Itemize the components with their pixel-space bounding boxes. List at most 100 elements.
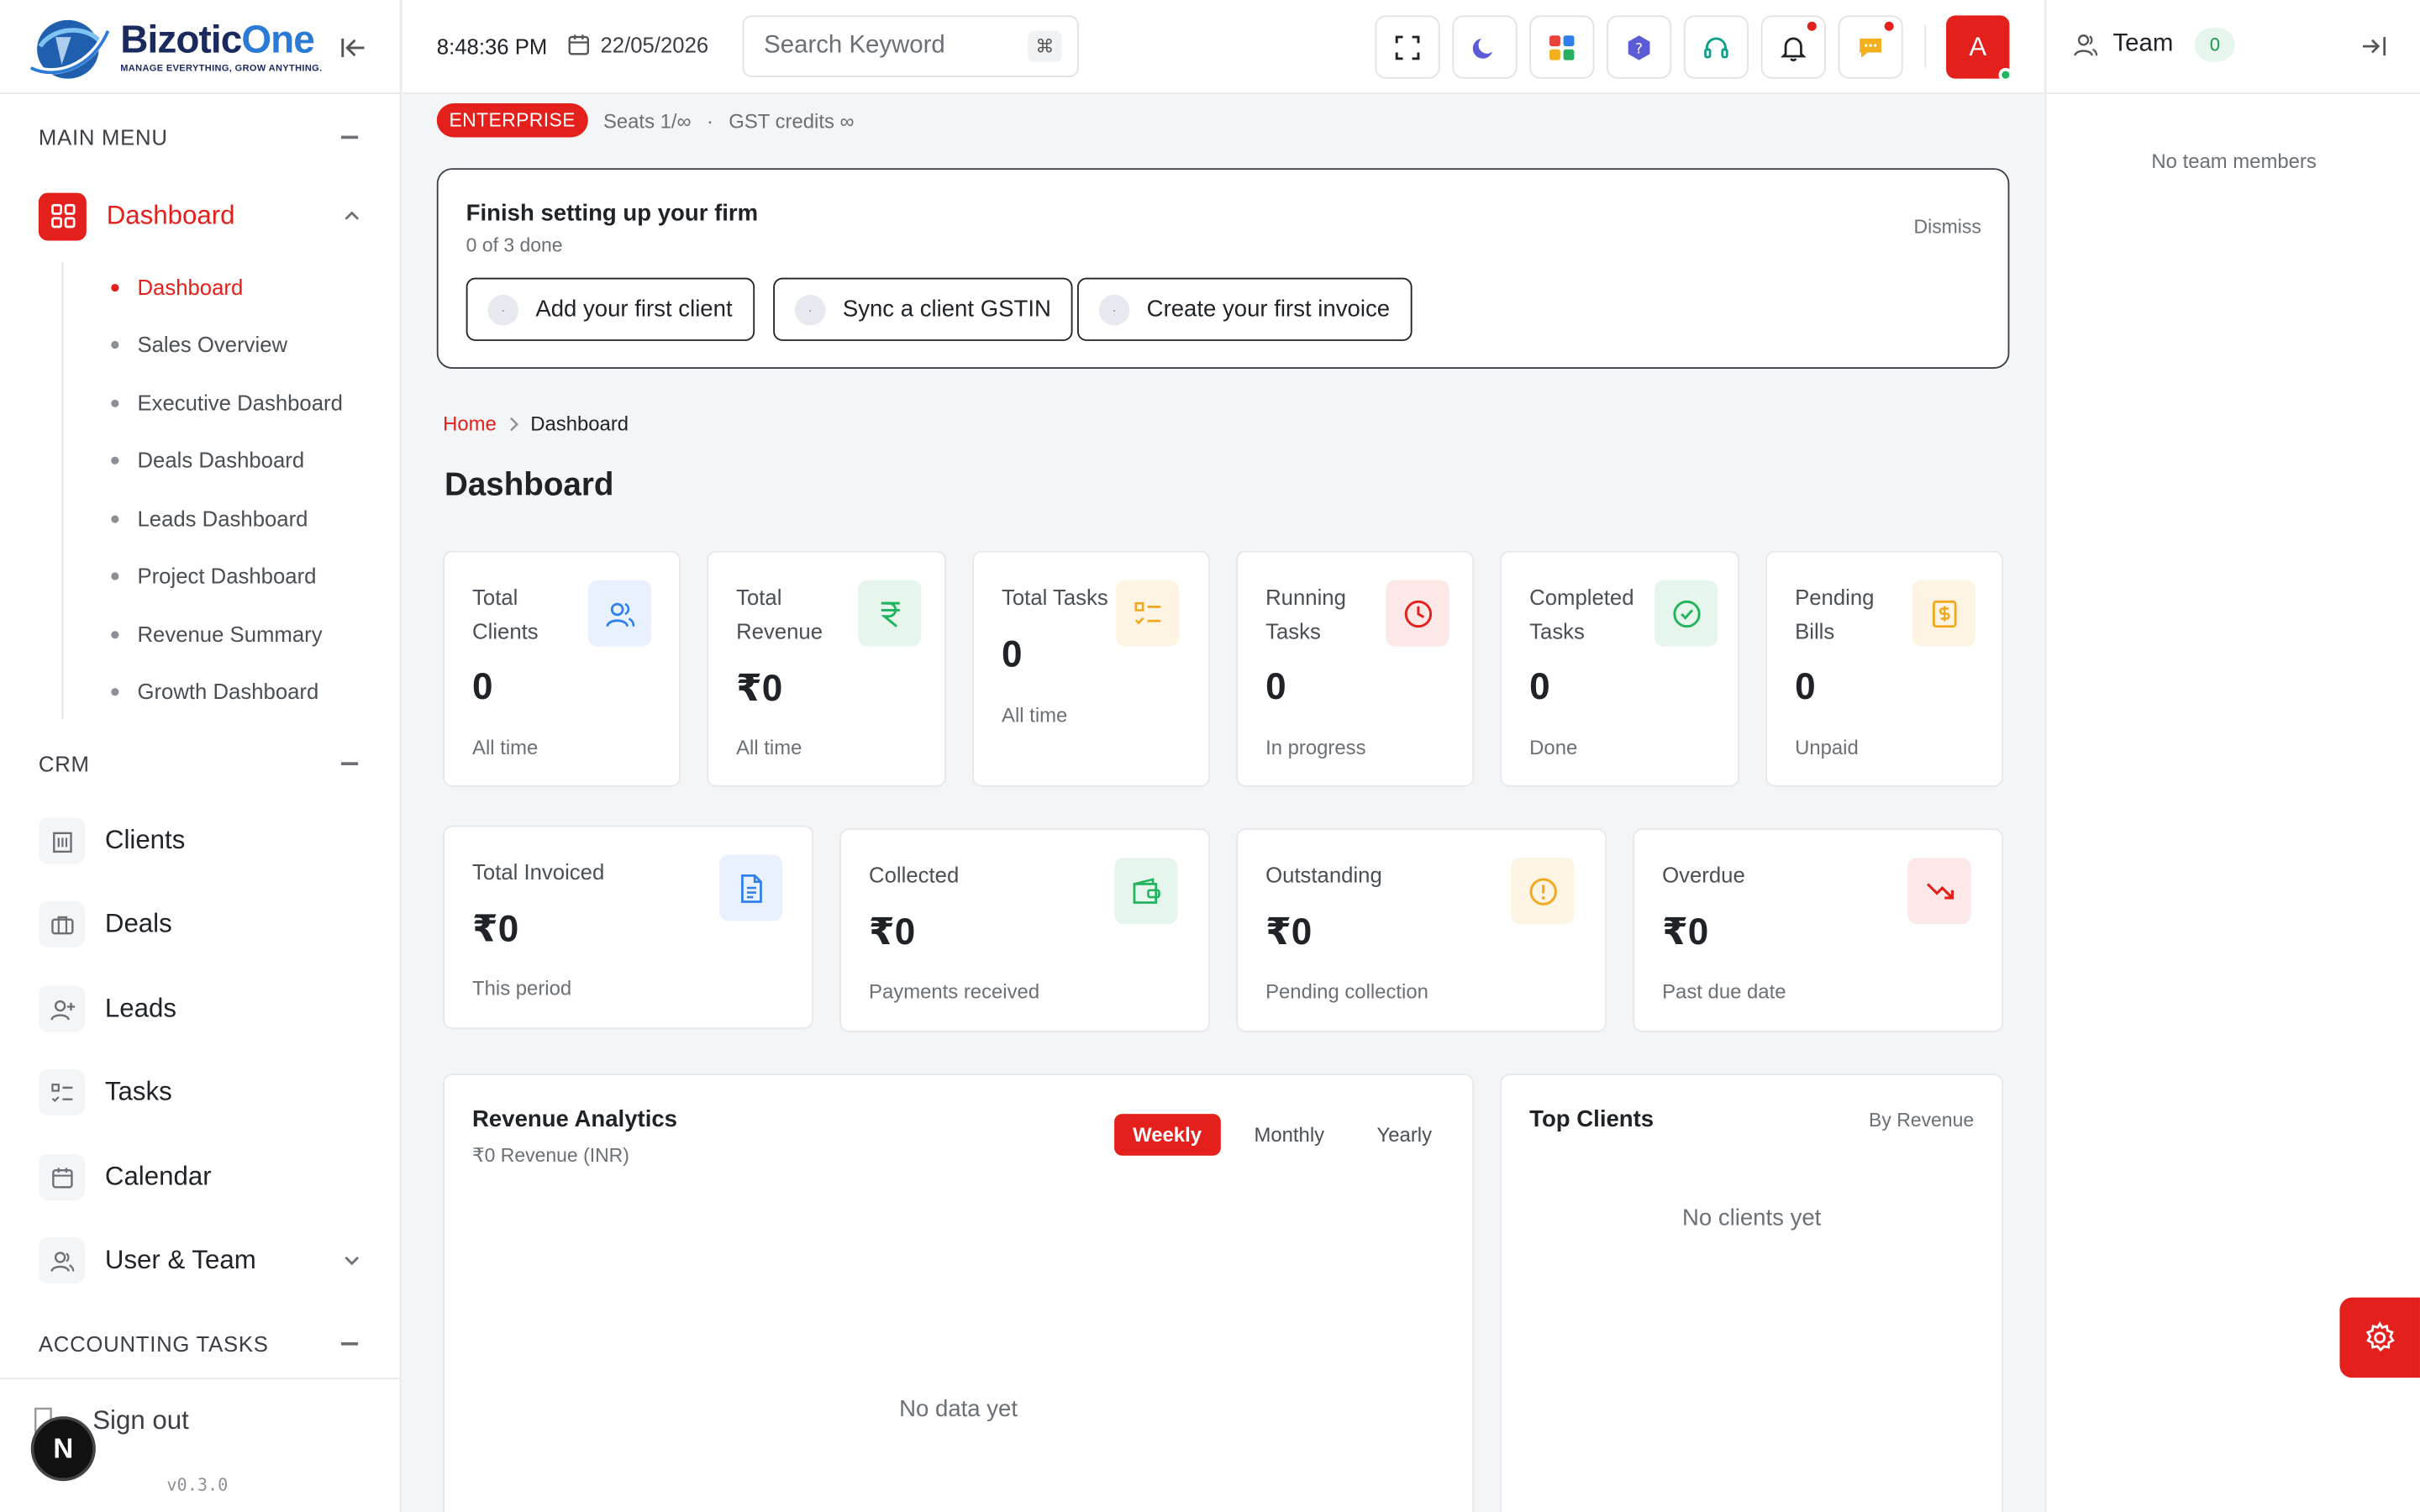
sub-item-sales-overview[interactable]: Sales Overview [111,332,287,356]
search-box[interactable]: ⌘ [742,15,1079,77]
bullet-icon [111,398,119,407]
dismiss-button[interactable]: Dismiss [1914,216,1981,238]
grid-icon [38,192,87,240]
stat-value: 0 [1265,666,1286,709]
step-status-icon: · [794,293,826,325]
stat-card-total-invoiced[interactable]: Total Invoiced ₹0 This period [443,825,813,1030]
section-crm[interactable]: CRM [39,751,363,776]
nav-user-team[interactable]: User & Team [38,1237,363,1284]
step-add-client-button[interactable]: · Add your first client [466,277,755,341]
divider [1924,24,1927,68]
dev-tools-badge[interactable]: N [30,1416,96,1482]
nav-tasks[interactable]: Tasks [38,1068,363,1116]
building-icon [38,817,86,864]
brand-logo[interactable]: BizoticOne MANAGE EVERYTHING, GROW ANYTH… [24,13,322,83]
stat-card-total-revenue[interactable]: Total Revenue ₹0 All time [707,550,946,787]
nav-label: Leads [104,993,176,1023]
minus-icon[interactable] [340,1342,359,1346]
step-create-invoice-button[interactable]: · Create your first invoice [1077,277,1412,341]
stat-card-overdue[interactable]: Overdue ₹0 Past due date [1633,828,2004,1032]
minus-icon[interactable] [340,762,359,765]
sub-item-executive-dashboard[interactable]: Executive Dashboard [111,391,343,415]
version-label: v0.3.0 [166,1474,229,1495]
sub-item-growth-dashboard[interactable]: Growth Dashboard [111,679,318,704]
section-accounting-tasks[interactable]: ACCOUNTING TASKS [39,1331,363,1356]
step-sync-gstin-button[interactable]: · Sync a client GSTIN [773,277,1073,341]
notifications-button[interactable] [1760,15,1826,79]
nav-dashboard[interactable]: Dashboard [38,192,363,241]
stat-sub: Past due date [1662,979,1786,1003]
sort-label[interactable]: By Revenue [1869,1110,1974,1131]
nav-clients[interactable]: Clients [38,817,363,864]
chevron-up-icon[interactable] [341,205,363,227]
calendar-icon [38,1153,86,1200]
online-status-dot [1998,67,2013,82]
chevron-down-icon[interactable] [341,1250,363,1272]
sub-item-leads-dashboard[interactable]: Leads Dashboard [111,506,308,531]
sub-item-deals-dashboard[interactable]: Deals Dashboard [111,448,304,472]
settings-fab[interactable] [2339,1297,2420,1378]
tab-monthly[interactable]: Monthly [1235,1114,1343,1156]
nav-deals[interactable]: Deals [38,900,363,948]
tab-weekly[interactable]: Weekly [1114,1114,1221,1156]
sub-item-label: Deals Dashboard [137,447,305,473]
sub-item-label: Project Dashboard [137,563,317,588]
document-icon [718,854,783,921]
breadcrumb-home-link[interactable]: Home [443,412,497,435]
current-date: 22/05/2026 [566,33,708,57]
setup-progress: 0 of 3 done [466,234,563,256]
stat-sub: All time [736,736,802,759]
avatar-initial: A [1969,31,1987,61]
panel-subtitle: ₹0 Revenue (INR) [472,1144,629,1167]
nav-leads[interactable]: Leads [38,985,363,1032]
brand-name-suffix: One [241,18,314,62]
bullet-icon [111,514,119,522]
search-input[interactable] [764,32,1028,60]
stat-sub: This period [472,976,572,1000]
support-button[interactable] [1683,15,1749,79]
apps-button[interactable] [1529,15,1595,79]
stat-card-total-clients[interactable]: Total Clients 0 All time [443,550,681,787]
tab-yearly[interactable]: Yearly [1358,1114,1450,1156]
stat-card-pending-bills[interactable]: Pending Bills 0 Unpaid [1765,550,2004,787]
moon-icon [1472,37,1493,58]
stat-sub: All time [472,736,539,759]
stat-value: ₹0 [472,908,519,951]
sub-item-dashboard[interactable]: Dashboard [111,275,243,299]
stat-card-collected[interactable]: Collected ₹0 Payments received [839,828,1210,1032]
messages-button[interactable] [1838,15,1903,79]
stat-card-running-tasks[interactable]: Running Tasks 0 In progress [1236,550,1475,787]
step-label: Add your first client [535,296,733,323]
checklist-icon [38,1068,86,1116]
stat-card-total-tasks[interactable]: Total Tasks 0 All time [972,550,1210,787]
stat-card-completed-tasks[interactable]: Completed Tasks 0 Done [1500,550,1739,787]
bell-icon [1780,36,1807,61]
minus-icon[interactable] [340,136,359,139]
theme-toggle-button[interactable] [1452,15,1518,79]
stat-sub: Unpaid [1795,736,1859,759]
fullscreen-button[interactable] [1375,15,1440,79]
nav-label: Deals [104,908,172,938]
nav-label: User & Team [104,1245,256,1275]
stat-label: Outstanding [1265,862,1382,888]
gear-icon [2365,1321,2395,1352]
collapse-sidebar-icon[interactable] [336,31,370,65]
nav-calendar[interactable]: Calendar [38,1153,363,1200]
close-panel-icon[interactable] [2358,31,2389,62]
divider [0,92,402,95]
bullet-icon [111,687,119,696]
stat-card-outstanding[interactable]: Outstanding ₹0 Pending collection [1236,828,1607,1032]
sub-item-label: Sales Overview [137,331,288,357]
user-avatar[interactable]: A [1946,15,2013,82]
stat-sub: Payments received [869,979,1040,1003]
sub-item-project-dashboard[interactable]: Project Dashboard [111,563,317,588]
separator: · [706,108,713,133]
sub-item-revenue-summary[interactable]: Revenue Summary [111,622,323,647]
help-button[interactable]: ? [1607,15,1672,79]
calendar-icon [568,34,589,55]
stat-value: 0 [472,666,493,709]
section-main-menu[interactable]: MAIN MENU [39,125,363,150]
check-circle-icon [1654,580,1718,647]
step-status-icon: · [487,293,519,325]
users-icon [38,1237,86,1284]
